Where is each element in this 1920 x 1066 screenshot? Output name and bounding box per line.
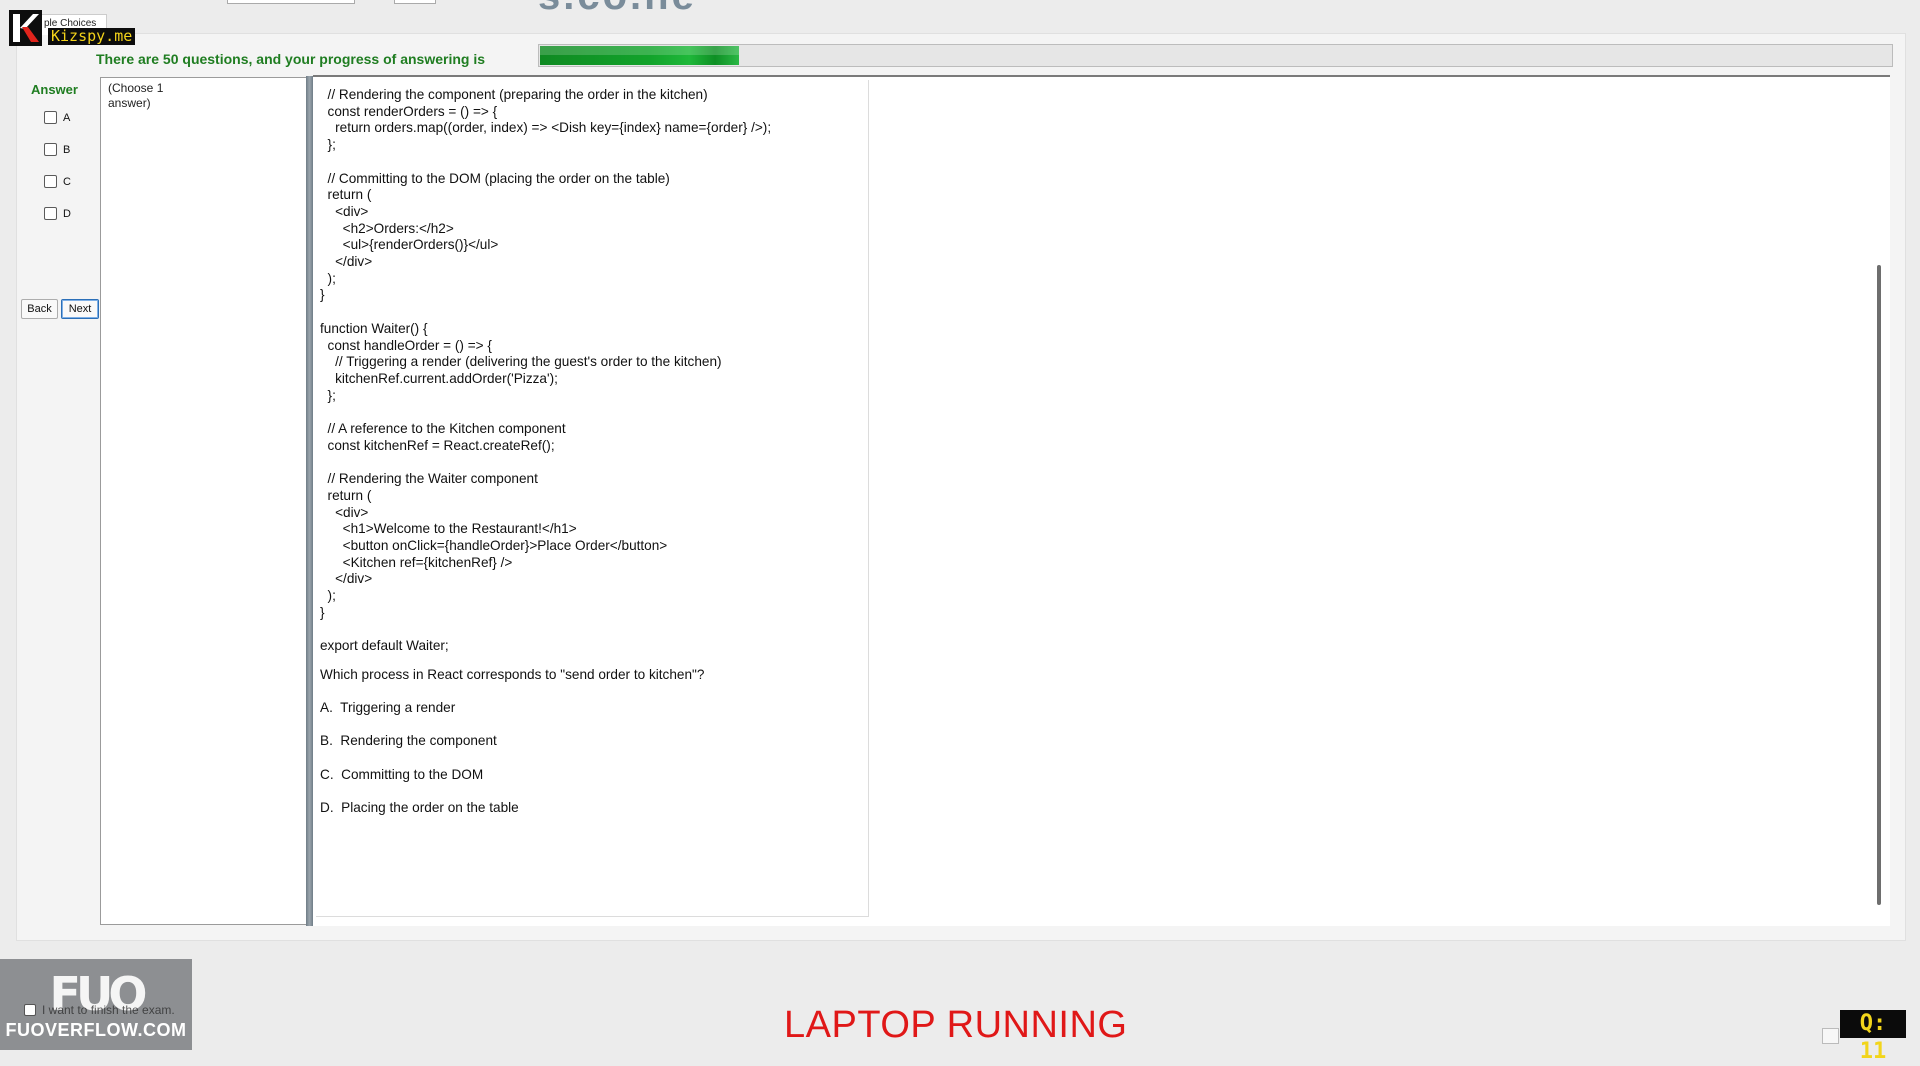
top-combo-box[interactable]: [227, 0, 355, 4]
watermark-site-text: FUOVERFLOW.COM: [5, 1020, 187, 1040]
status-text: LAPTOP RUNNING: [784, 1004, 1128, 1046]
question-number-badge: Q: 11: [1840, 1010, 1906, 1064]
corner-box: [1822, 1028, 1839, 1044]
splitter-handle[interactable]: [306, 76, 313, 926]
back-button[interactable]: Back: [21, 299, 58, 319]
checkbox-a[interactable]: [44, 111, 57, 124]
finish-exam-label: I want to finish the exam.: [42, 1003, 175, 1017]
answer-option-c[interactable]: C: [44, 175, 71, 188]
answer-title: Answer: [31, 82, 78, 97]
top-small-field[interactable]: [394, 0, 436, 4]
finish-exam-checkbox[interactable]: [24, 1004, 36, 1016]
progress-label: There are 50 questions, and your progres…: [96, 51, 485, 67]
logo-text: Kizspy.me: [48, 28, 136, 45]
finish-exam-option[interactable]: I want to finish the exam.: [24, 1003, 175, 1017]
answer-option-label: C: [63, 175, 71, 188]
vertical-scrollbar[interactable]: [1877, 265, 1881, 905]
checkbox-c[interactable]: [44, 175, 57, 188]
answer-option-label: D: [63, 207, 71, 220]
question-pane: // Rendering the component (preparing th…: [313, 75, 1890, 926]
question-choice-b: B. Rendering the component: [320, 733, 497, 748]
question-choice-c: C. Committing to the DOM: [320, 767, 484, 782]
kizspy-logo: Kizspy.me: [9, 10, 144, 46]
question-content: // Rendering the component (preparing th…: [316, 80, 869, 917]
checkbox-b[interactable]: [44, 143, 57, 156]
next-button[interactable]: Next: [61, 299, 99, 319]
answer-option-a[interactable]: A: [44, 111, 70, 124]
progress-bar-shine: [540, 46, 739, 55]
checkbox-d[interactable]: [44, 207, 57, 220]
exam-code: s.co.ne: [538, 0, 697, 19]
question-choice-d: D. Placing the order on the table: [320, 800, 519, 815]
answer-option-b[interactable]: B: [44, 143, 70, 156]
question-code: // Rendering the component (preparing th…: [320, 87, 772, 654]
logo-k-icon: [9, 10, 42, 46]
progress-bar-fill: [540, 46, 739, 65]
question-prompt: Which process in React corresponds to "s…: [320, 667, 705, 682]
progress-bar: [538, 44, 1893, 67]
question-choice-a: A. Triggering a render: [320, 700, 456, 715]
instruction-panel: (Choose 1 answer): [100, 77, 308, 925]
instruction-text: (Choose 1 answer): [108, 81, 164, 110]
answer-option-label: A: [63, 111, 71, 124]
answer-option-label: B: [63, 143, 71, 156]
answer-option-d[interactable]: D: [44, 207, 71, 220]
